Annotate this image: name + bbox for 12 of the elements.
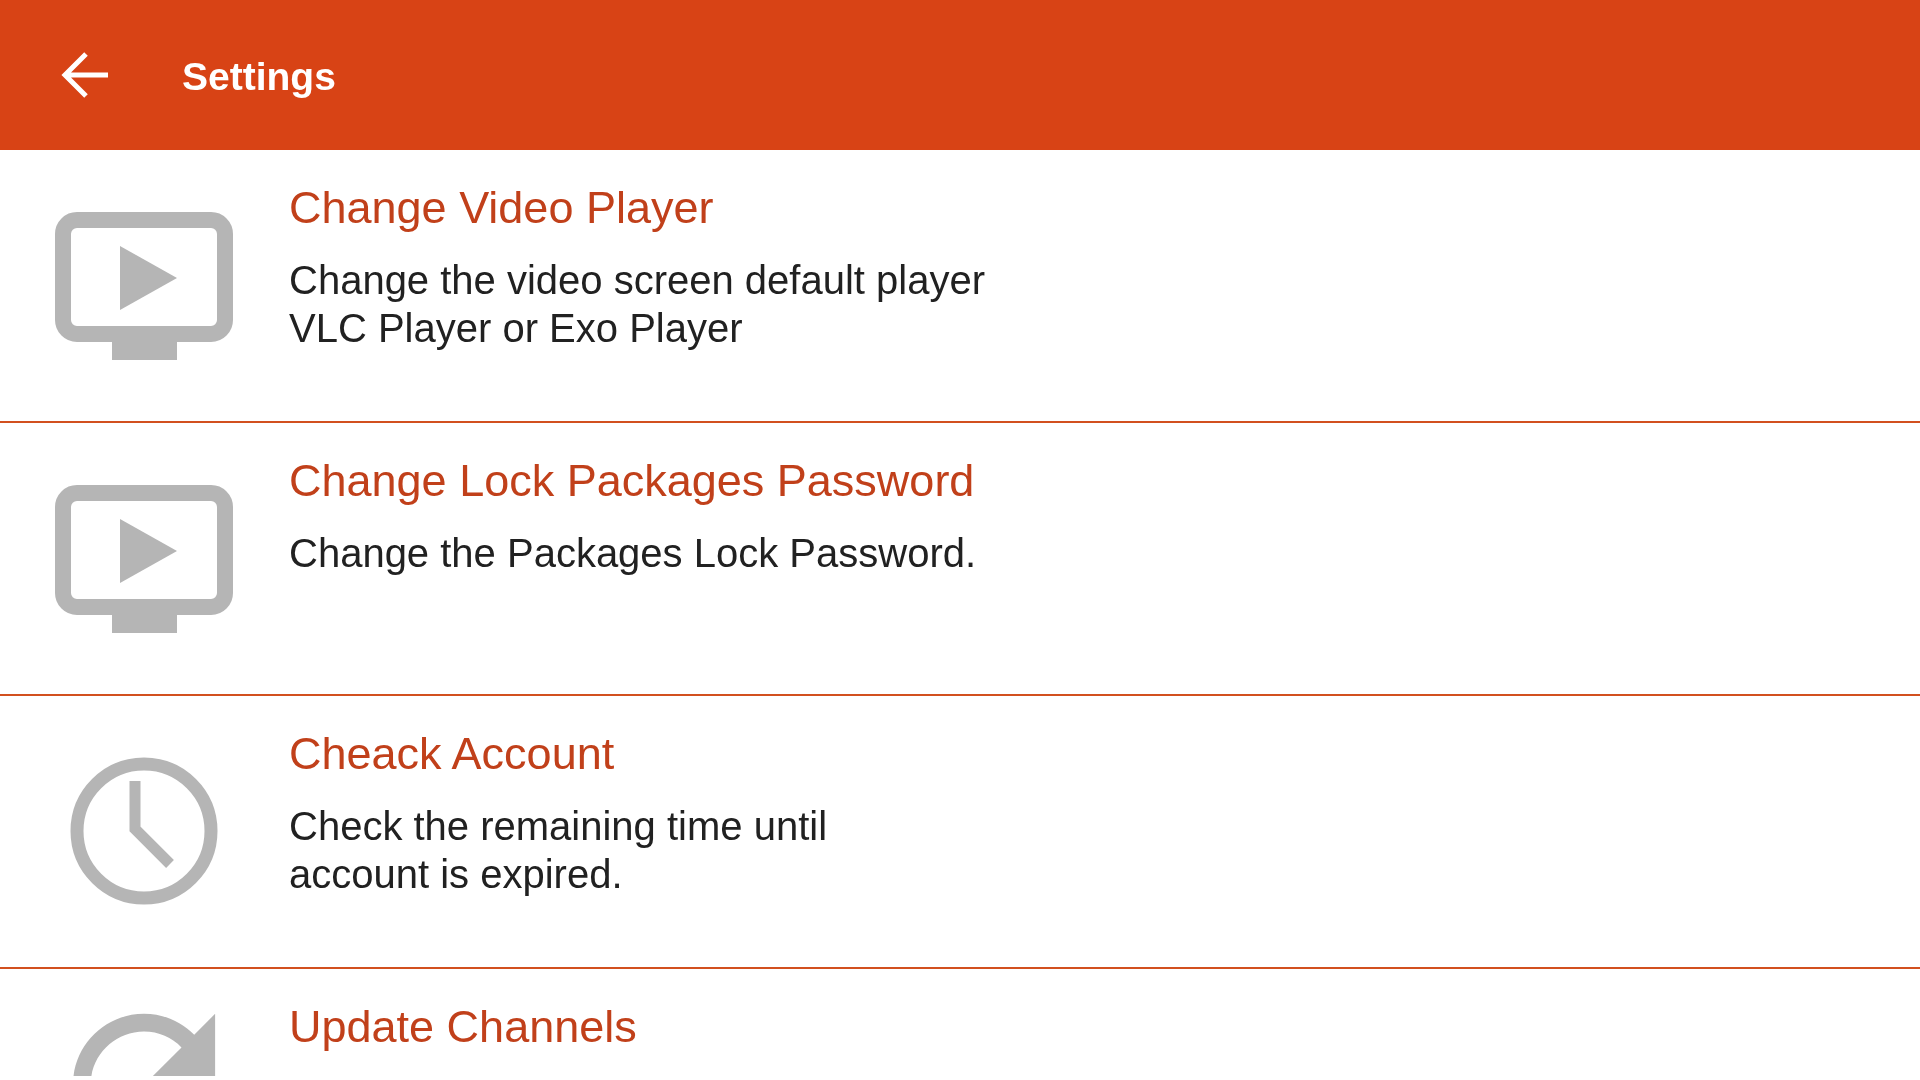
item-title: Update Channels xyxy=(289,1000,637,1054)
clock-icon xyxy=(70,757,218,905)
item-title: Cheack Account xyxy=(289,727,615,781)
item-title: Change Lock Packages Password xyxy=(289,454,975,508)
item-description: Change the Packages Lock Password. xyxy=(289,530,977,577)
item-title: Change Video Player xyxy=(289,181,714,235)
monitor-play-icon xyxy=(55,212,233,360)
monitor-play-icon xyxy=(55,485,233,633)
arrow-left-icon xyxy=(60,51,110,99)
item-description: Check the remaining time until account is expired. xyxy=(289,803,828,898)
app-bar-title: Settings xyxy=(182,54,336,100)
item-description: Change the video screen default player VLC Player or Exo Player xyxy=(289,257,985,352)
